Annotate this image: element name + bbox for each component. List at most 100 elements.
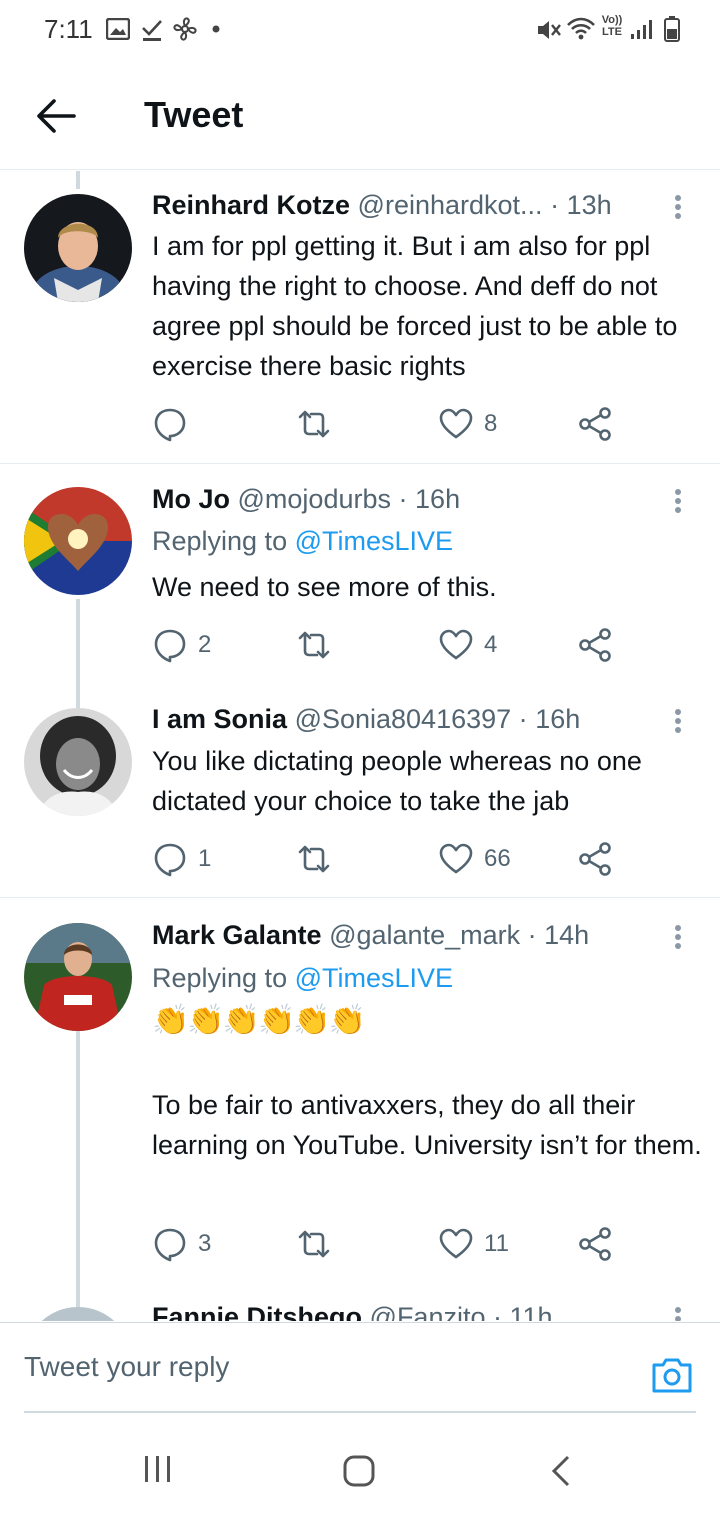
avatar[interactable] bbox=[24, 194, 132, 302]
mention-link[interactable]: @TimesLIVE bbox=[295, 963, 453, 993]
like-button[interactable]: 66 bbox=[438, 839, 511, 879]
share-icon bbox=[579, 842, 611, 876]
share-button[interactable] bbox=[578, 1224, 614, 1264]
timestamp[interactable]: 13h bbox=[567, 190, 612, 220]
more-options-icon[interactable] bbox=[666, 1301, 690, 1321]
retweet-icon bbox=[298, 410, 330, 438]
like-count: 66 bbox=[484, 845, 511, 872]
display-name[interactable]: Mark Galante bbox=[152, 920, 322, 950]
heart-icon bbox=[439, 629, 473, 660]
user-handle[interactable]: @Fanzito bbox=[370, 1302, 486, 1321]
reply-count: 3 bbox=[198, 1230, 212, 1257]
reply-icon bbox=[154, 843, 186, 877]
retweet-button[interactable] bbox=[296, 625, 332, 665]
timestamp[interactable]: 16h bbox=[415, 484, 460, 514]
tweet-text: I am for ppl getting it. But i am also f… bbox=[152, 231, 678, 381]
share-icon bbox=[579, 628, 611, 662]
reply-button[interactable]: 3 bbox=[152, 1224, 211, 1264]
share-icon bbox=[579, 407, 611, 441]
avatar[interactable] bbox=[24, 487, 132, 595]
tweet-fannie-ditshego[interactable]: Fannie Ditshego @Fanzito · 11h bbox=[0, 1297, 720, 1321]
tweet-actions: 8 bbox=[152, 404, 622, 444]
thread-line bbox=[76, 171, 80, 189]
tweet-reinhard-kotze[interactable]: Reinhard Kotze @reinhardkot... · 13h I a… bbox=[0, 171, 720, 464]
reply-count: 2 bbox=[198, 631, 212, 658]
top-app-bar: Tweet bbox=[0, 60, 720, 170]
camera-icon[interactable] bbox=[650, 1355, 694, 1395]
more-options-icon[interactable] bbox=[666, 919, 690, 955]
retweet-button[interactable] bbox=[296, 404, 332, 444]
retweet-icon bbox=[298, 1230, 330, 1258]
mute-icon bbox=[538, 21, 561, 39]
heart-icon bbox=[439, 843, 473, 874]
user-handle[interactable]: @galante_mark bbox=[329, 920, 520, 950]
reply-button[interactable]: 1 bbox=[152, 839, 211, 879]
tweet-header: Reinhard Kotze @reinhardkot... · 13h bbox=[152, 187, 650, 223]
mention-link[interactable]: @TimesLIVE bbox=[295, 526, 453, 556]
user-handle[interactable]: @reinhardkot... bbox=[358, 190, 543, 220]
timestamp[interactable]: 16h bbox=[535, 704, 580, 734]
tweet-text: You like dictating people whereas no one… bbox=[152, 746, 642, 816]
display-name[interactable]: Mo Jo bbox=[152, 484, 230, 514]
tweet-mark-galante[interactable]: Mark Galante @galante_mark · 14h Replyin… bbox=[0, 899, 720, 1321]
gallery-icon bbox=[106, 18, 130, 40]
retweet-icon bbox=[298, 845, 330, 873]
user-handle[interactable]: @mojodurbs bbox=[238, 484, 391, 514]
tweet-header: Mo Jo @mojodurbs · 16h bbox=[152, 481, 650, 517]
tweet-i-am-sonia[interactable]: I am Sonia @Sonia80416397 · 16h You like… bbox=[0, 677, 720, 898]
status-bar: 7:11 Vo)) LTE bbox=[0, 0, 720, 60]
display-name[interactable]: I am Sonia bbox=[152, 704, 287, 734]
display-name[interactable]: Reinhard Kotze bbox=[152, 190, 350, 220]
tweet-actions: 1 66 bbox=[152, 839, 622, 879]
more-options-icon[interactable] bbox=[666, 483, 690, 519]
download-done-icon bbox=[142, 20, 162, 41]
tweet-actions: 3 11 bbox=[152, 1224, 622, 1264]
avatar[interactable] bbox=[24, 1307, 132, 1321]
back-arrow-icon[interactable] bbox=[34, 96, 78, 136]
timestamp[interactable]: 14h bbox=[544, 920, 589, 950]
display-name[interactable]: Fannie Ditshego bbox=[152, 1302, 362, 1321]
share-icon bbox=[579, 1227, 611, 1261]
volte-bottom-label: LTE bbox=[602, 26, 622, 38]
retweet-button[interactable] bbox=[296, 1224, 332, 1264]
tweet-text: We need to see more of this. bbox=[152, 572, 497, 602]
avatar[interactable] bbox=[24, 923, 132, 1031]
dot-icon bbox=[212, 25, 220, 33]
wifi-icon bbox=[567, 17, 595, 40]
user-handle[interactable]: @Sonia80416397 bbox=[295, 704, 512, 734]
more-options-icon[interactable] bbox=[666, 189, 690, 225]
back-nav-icon[interactable] bbox=[548, 1454, 572, 1488]
clapping-emoji-row: 👏👏👏👏👏👏 bbox=[152, 1004, 366, 1037]
timestamp[interactable]: 11h bbox=[510, 1302, 553, 1321]
separator-dot: · bbox=[527, 920, 537, 950]
reply-input[interactable] bbox=[24, 1323, 696, 1413]
retweet-button[interactable] bbox=[296, 839, 332, 879]
thread-line bbox=[76, 1030, 80, 1321]
volte-icon: Vo)) LTE bbox=[600, 14, 624, 38]
replying-to-line: Replying to @TimesLIVE bbox=[152, 958, 453, 998]
replies-feed[interactable]: Reinhard Kotze @reinhardkot... · 13h I a… bbox=[0, 171, 720, 1321]
recent-apps-icon[interactable] bbox=[142, 1454, 174, 1484]
tweet-header: Fannie Ditshego @Fanzito · 11h bbox=[152, 1299, 650, 1321]
system-nav-bar bbox=[0, 1416, 720, 1520]
share-button[interactable] bbox=[578, 404, 614, 444]
like-button[interactable]: 4 bbox=[438, 625, 497, 665]
avatar[interactable] bbox=[24, 708, 132, 816]
share-button[interactable] bbox=[578, 839, 614, 879]
retweet-icon bbox=[298, 631, 330, 659]
like-button[interactable]: 11 bbox=[438, 1224, 509, 1264]
tweet-actions: 2 4 bbox=[152, 625, 622, 665]
separator-dot: · bbox=[550, 190, 560, 220]
volte-top-label: Vo)) bbox=[601, 14, 623, 26]
tweet-mo-jo[interactable]: Mo Jo @mojodurbs · 16h Replying to @Time… bbox=[0, 465, 720, 711]
reply-button[interactable]: 2 bbox=[152, 625, 211, 665]
tweet-header: I am Sonia @Sonia80416397 · 16h bbox=[152, 701, 650, 737]
home-icon[interactable] bbox=[342, 1454, 376, 1488]
reply-button[interactable] bbox=[152, 404, 198, 444]
share-button[interactable] bbox=[578, 625, 614, 665]
more-options-icon[interactable] bbox=[666, 703, 690, 739]
reply-count: 1 bbox=[198, 845, 212, 872]
like-button[interactable]: 8 bbox=[438, 404, 497, 444]
reply-composer bbox=[0, 1322, 720, 1414]
fan-icon bbox=[173, 17, 197, 41]
